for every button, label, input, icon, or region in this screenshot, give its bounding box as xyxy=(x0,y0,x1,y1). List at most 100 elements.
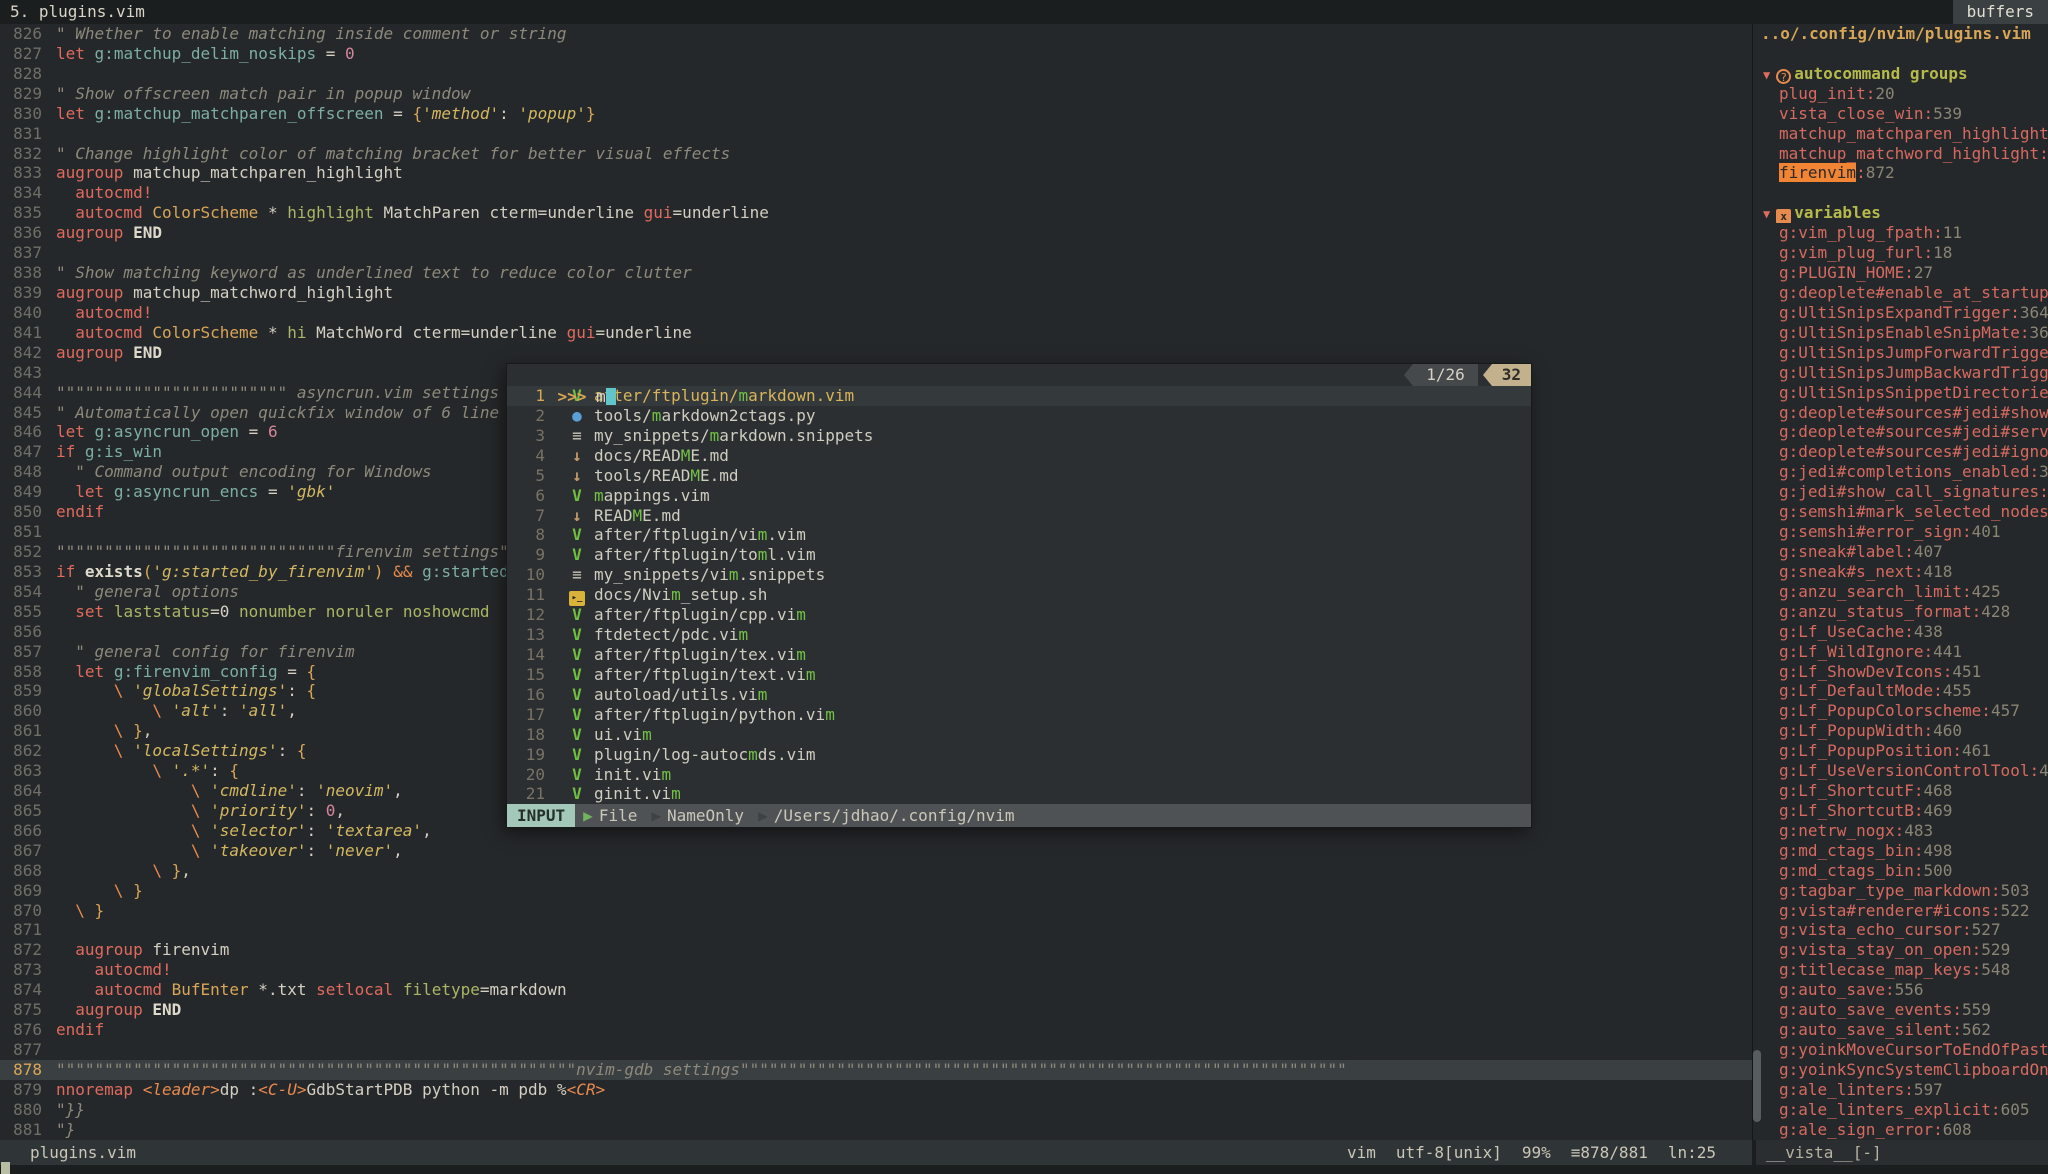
tag-item[interactable]: g:vista#renderer#icons:522 xyxy=(1753,901,2048,921)
tag-item[interactable]: g:Lf_PopupPosition:461 xyxy=(1753,741,2048,761)
result-filename: ui.vim xyxy=(594,725,652,744)
file-result-row[interactable]: 5↓tools/README.md xyxy=(507,466,1531,486)
tag-item[interactable]: g:Lf_PopupWidth:460 xyxy=(1753,721,2048,741)
tag-item[interactable]: g:yoinkMoveCursorToEndOfPaste xyxy=(1753,1040,2048,1060)
tag-item[interactable]: firenvim:872 xyxy=(1753,163,2048,183)
vista-sidebar[interactable]: ..o/.config/nvim/plugins.vim ▼?autocomma… xyxy=(1752,24,2048,1140)
file-result-row[interactable]: 18Vui.vim xyxy=(507,725,1531,745)
matched-char: m xyxy=(661,765,671,784)
code-token: : xyxy=(306,821,325,840)
tag-item[interactable]: g:deoplete#sources#jedi#show xyxy=(1753,403,2048,423)
tabline-buffers-label[interactable]: buffers xyxy=(1953,0,2048,24)
sidebar-section-header[interactable]: ▼xvariables xyxy=(1753,203,2048,223)
tag-item[interactable]: g:tagbar_type_markdown:503 xyxy=(1753,881,2048,901)
file-result-row[interactable]: 10≡my_snippets/vim.snippets xyxy=(507,565,1531,585)
sidebar-scrollbar[interactable] xyxy=(1753,1050,1761,1122)
code-token: " Command output encoding for Windows xyxy=(75,462,431,481)
code-token xyxy=(85,901,95,920)
file-result-row[interactable]: 11▸_docs/Nvim_setup.sh xyxy=(507,585,1531,605)
file-result-row[interactable]: 4↓docs/README.md xyxy=(507,446,1531,466)
file-result-row[interactable]: 8Vafter/ftplugin/vim.vim xyxy=(507,525,1531,545)
tag-item[interactable]: g:vim_plug_fpath:11 xyxy=(1753,223,2048,243)
tag-item[interactable]: g:vista_stay_on_open:529 xyxy=(1753,940,2048,960)
fuzzy-finder-prompt[interactable]: >>> m 1/26 32 xyxy=(507,364,1531,386)
tag-item[interactable]: g:auto_save_events:559 xyxy=(1753,1000,2048,1020)
tag-item[interactable]: g:anzu_status_format:428 xyxy=(1753,602,2048,622)
tag-item[interactable]: g:UltiSnipsJumpForwardTrigger xyxy=(1753,343,2048,363)
tag-item[interactable]: g:vista_echo_cursor:527 xyxy=(1753,920,2048,940)
tag-item[interactable]: g:Lf_ShortcutB:469 xyxy=(1753,801,2048,821)
tag-item[interactable]: g:Lf_ShortcutF:468 xyxy=(1753,781,2048,801)
tag-item[interactable]: g:auto_save:556 xyxy=(1753,980,2048,1000)
tag-item[interactable]: g:Lf_WildIgnore:441 xyxy=(1753,642,2048,662)
tag-item[interactable]: g:Lf_DefaultMode:455 xyxy=(1753,681,2048,701)
tag-item[interactable]: g:ale_linters:597 xyxy=(1753,1080,2048,1100)
tag-item[interactable]: g:Lf_UseCache:438 xyxy=(1753,622,2048,642)
code-token: set xyxy=(75,602,104,621)
line-number: 880 xyxy=(0,1100,42,1120)
tag-item[interactable]: g:Lf_PopupColorscheme:457 xyxy=(1753,701,2048,721)
file-result-row[interactable]: 3≡my_snippets/markdown.snippets xyxy=(507,426,1531,446)
result-number: 15 xyxy=(507,665,545,685)
tag-item[interactable]: g:sneak#s_next:418 xyxy=(1753,562,2048,582)
tag-item[interactable]: vista_close_win:539 xyxy=(1753,104,2048,124)
tag-item[interactable]: g:sneak#label:407 xyxy=(1753,542,2048,562)
file-result-row[interactable]: 2●tools/markdown2ctags.py xyxy=(507,406,1531,426)
file-result-row[interactable]: 6Vmappings.vim xyxy=(507,486,1531,506)
tag-item[interactable]: plug_init:20 xyxy=(1753,84,2048,104)
file-result-row[interactable]: 20Vinit.vim xyxy=(507,765,1531,785)
file-result-list[interactable]: 1Vafter/ftplugin/markdown.vim2●tools/mar… xyxy=(507,386,1531,804)
search-input[interactable]: m xyxy=(586,387,605,406)
chevron-down-icon[interactable]: ▼ xyxy=(1763,207,1770,221)
tag-item[interactable]: g:semshi#mark_selected_nodes xyxy=(1753,502,2048,522)
file-result-row[interactable]: 7↓README.md xyxy=(507,506,1531,526)
tag-item[interactable]: g:deoplete#enable_at_startup xyxy=(1753,283,2048,303)
code-token xyxy=(56,881,114,900)
file-result-row[interactable]: 17Vafter/ftplugin/python.vim xyxy=(507,705,1531,725)
tag-item[interactable]: g:UltiSnipsJumpBackwardTrigger xyxy=(1753,363,2048,383)
tag-item[interactable]: g:jedi#show_call_signatures: xyxy=(1753,482,2048,502)
tab-active-plugins-vim[interactable]: 5. plugins.vim xyxy=(10,2,145,21)
tag-item[interactable]: g:UltiSnipsEnableSnipMate:36 xyxy=(1753,323,2048,343)
tag-item[interactable]: g:yoinkSyncSystemClipboardOn xyxy=(1753,1060,2048,1080)
tag-item[interactable]: g:vim_plug_furl:18 xyxy=(1753,243,2048,263)
tag-item[interactable]: g:Lf_ShowDevIcons:451 xyxy=(1753,662,2048,682)
tag-item[interactable]: g:deoplete#sources#jedi#igno xyxy=(1753,442,2048,462)
tag-item[interactable]: g:auto_save_silent:562 xyxy=(1753,1020,2048,1040)
code-token xyxy=(143,1000,153,1019)
file-result-row[interactable]: 9Vafter/ftplugin/toml.vim xyxy=(507,545,1531,565)
line-number: 849 xyxy=(0,482,42,502)
tag-item[interactable]: g:Lf_UseVersionControlTool:4 xyxy=(1753,761,2048,781)
command-line xyxy=(0,1165,2048,1174)
code-token: g:matchup_delim_noskips xyxy=(95,44,317,63)
file-result-row[interactable]: 21Vginit.vim xyxy=(507,784,1531,804)
code-token xyxy=(56,761,152,780)
tag-item[interactable]: g:anzu_search_limit:425 xyxy=(1753,582,2048,602)
tag-item[interactable]: g:md_ctags_bin:498 xyxy=(1753,841,2048,861)
file-result-row[interactable]: 15Vafter/ftplugin/text.vim xyxy=(507,665,1531,685)
tag-item[interactable]: g:titlecase_map_keys:548 xyxy=(1753,960,2048,980)
chevron-down-icon[interactable]: ▼ xyxy=(1763,68,1770,82)
tag-item[interactable]: matchup_matchword_highlight: xyxy=(1753,144,2048,164)
tag-item[interactable]: g:netrw_nogx:483 xyxy=(1753,821,2048,841)
tag-item[interactable]: g:ale_sign_error:608 xyxy=(1753,1120,2048,1140)
code-token: : xyxy=(210,761,229,780)
file-result-row[interactable]: 19Vplugin/log-autocmds.vim xyxy=(507,745,1531,765)
file-result-row[interactable]: 13Vftdetect/pdc.vim xyxy=(507,625,1531,645)
tag-item[interactable]: g:UltiSnipsSnippetDirectories xyxy=(1753,383,2048,403)
file-result-row[interactable]: 12Vafter/ftplugin/cpp.vim xyxy=(507,605,1531,625)
tag-item[interactable]: g:jedi#completions_enabled:3 xyxy=(1753,462,2048,482)
file-result-row[interactable]: 1Vafter/ftplugin/markdown.vim xyxy=(507,386,1531,406)
code-token: setlocal xyxy=(316,980,393,999)
tag-item[interactable]: g:md_ctags_bin:500 xyxy=(1753,861,2048,881)
tag-item[interactable]: g:ale_linters_explicit:605 xyxy=(1753,1100,2048,1120)
tag-name: g:UltiSnipsJumpBackwardTrigger xyxy=(1779,363,2048,382)
file-result-row[interactable]: 14Vafter/ftplugin/tex.vim xyxy=(507,645,1531,665)
tag-item[interactable]: g:PLUGIN_HOME:27 xyxy=(1753,263,2048,283)
tag-item[interactable]: g:semshi#error_sign:401 xyxy=(1753,522,2048,542)
file-result-row[interactable]: 16Vautoload/utils.vim xyxy=(507,685,1531,705)
tag-item[interactable]: matchup_matchparen_highlight xyxy=(1753,124,2048,144)
tag-item[interactable]: g:deoplete#sources#jedi#serv xyxy=(1753,422,2048,442)
sidebar-section-header[interactable]: ▼?autocommand groups xyxy=(1753,64,2048,84)
tag-item[interactable]: g:UltiSnipsExpandTrigger:364 xyxy=(1753,303,2048,323)
